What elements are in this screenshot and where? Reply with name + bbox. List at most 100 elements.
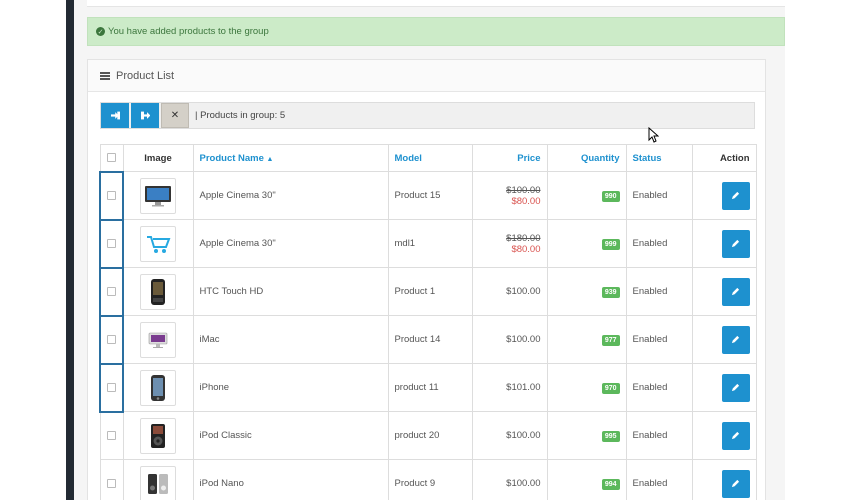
edit-button[interactable] [721, 181, 750, 210]
price-value: $100.00 [506, 334, 541, 345]
special-price: $80.00 [511, 195, 541, 207]
price-sort-link[interactable]: Price [471, 144, 548, 172]
quantity-badge: 999 [601, 238, 620, 250]
row-checkbox[interactable] [107, 431, 116, 441]
product-price: $100.00 [471, 315, 548, 364]
price-value: $100.00 [506, 430, 541, 441]
pencil-icon [731, 383, 740, 392]
action-cell [691, 411, 757, 460]
action-cell [691, 219, 757, 268]
product-name: iPod Classic [192, 411, 389, 460]
product-name-sort-link[interactable]: Product Name ▲ [192, 144, 389, 172]
table-row: Apple Cinema 30" Product 15 $100.00 $80.… [99, 170, 757, 221]
right-margin [785, 0, 850, 500]
product-name-header-label: Product Name [199, 152, 264, 164]
sign-in-icon [110, 111, 120, 120]
quantity-badge: 994 [601, 478, 620, 490]
caret-up-icon: ▲ [266, 155, 274, 163]
action-cell [691, 171, 757, 220]
product-status: Enabled [625, 363, 693, 412]
product-quantity: 995 [546, 411, 627, 460]
row-select-cell[interactable] [99, 218, 124, 269]
product-name: Apple Cinema 30" [192, 171, 389, 220]
panel-title: Product List [116, 69, 175, 82]
product-image-cell [122, 459, 194, 500]
table-row: iMac Product 14 $100.00 977 Enabled [99, 314, 757, 365]
row-checkbox[interactable] [107, 238, 116, 248]
clear-button[interactable]: ✕ [161, 103, 189, 128]
edit-button[interactable] [721, 229, 750, 258]
product-price: $100.00 $80.00 [471, 171, 548, 220]
row-select-cell[interactable] [99, 266, 124, 317]
table-header-row: Image Product Name ▲ Model Price Quantit… [99, 144, 757, 172]
action-cell [691, 267, 757, 316]
product-name: iPod Nano [192, 459, 389, 500]
row-checkbox[interactable] [107, 478, 116, 488]
quantity-sort-link[interactable]: Quantity [546, 144, 627, 172]
sign-out-icon [140, 111, 150, 120]
panel-heading: Product List [88, 60, 765, 92]
action-cell [691, 363, 757, 412]
product-status: Enabled [625, 171, 693, 220]
product-table: Image Product Name ▲ Model Price Quantit… [99, 144, 757, 500]
imac-image [140, 321, 177, 358]
product-name: iPhone [192, 363, 389, 412]
success-alert: ✓ You have added products to the group [87, 17, 785, 46]
row-select-cell[interactable] [99, 362, 124, 413]
quantity-badge: 995 [601, 430, 620, 442]
product-model: Product 15 [387, 171, 473, 220]
ipod-classic-image [140, 417, 176, 454]
product-quantity: 994 [546, 459, 627, 500]
monitor-image [140, 177, 177, 214]
product-price: $100.00 [471, 459, 548, 500]
header-bar [87, 0, 785, 7]
product-model: product 20 [387, 411, 473, 460]
product-model: product 11 [387, 363, 473, 412]
remove-from-group-button[interactable] [131, 103, 159, 128]
product-quantity: 977 [546, 315, 627, 364]
iphone-image [140, 369, 177, 406]
quantity-badge: 977 [601, 334, 620, 346]
row-checkbox[interactable] [107, 334, 116, 344]
product-status: Enabled [625, 411, 693, 460]
row-select-cell[interactable] [99, 411, 124, 460]
product-image-cell [122, 363, 194, 412]
table-row: iPhone product 11 $101.00 970 Enabled [99, 362, 757, 413]
action-cell [691, 315, 757, 364]
edit-button[interactable] [721, 421, 750, 450]
cart-placeholder-image [140, 225, 177, 262]
edit-button[interactable] [721, 469, 750, 498]
edit-button[interactable] [721, 325, 750, 354]
row-checkbox[interactable] [107, 382, 116, 392]
edit-button[interactable] [721, 277, 750, 306]
mouse-pointer-icon [648, 127, 659, 143]
row-select-cell[interactable] [99, 170, 124, 221]
add-to-group-button[interactable] [101, 103, 129, 128]
pencil-icon [731, 191, 740, 200]
row-checkbox[interactable] [107, 286, 116, 296]
row-select-cell[interactable] [99, 314, 124, 365]
product-status: Enabled [625, 315, 693, 364]
quantity-badge: 970 [601, 382, 620, 394]
product-status: Enabled [625, 219, 693, 268]
product-quantity: 970 [546, 363, 627, 412]
select-all-checkbox[interactable] [107, 153, 116, 163]
check-circle-icon: ✓ [96, 27, 105, 36]
product-price: $100.00 [471, 267, 548, 316]
table-row: iPod Nano Product 9 $100.00 994 Enabled [99, 459, 757, 500]
action-header: Action [691, 144, 757, 172]
row-select-cell[interactable] [99, 459, 124, 500]
edit-button[interactable] [721, 373, 750, 402]
product-model: Product 9 [387, 459, 473, 500]
product-model: Product 1 [387, 267, 473, 316]
status-sort-link[interactable]: Status [625, 144, 693, 172]
product-name: HTC Touch HD [192, 267, 389, 316]
group-toolbar: ✕ | Products in group: 5 [100, 102, 755, 129]
product-image-cell [122, 315, 194, 364]
model-sort-link[interactable]: Model [387, 144, 473, 172]
row-checkbox[interactable] [107, 190, 116, 200]
product-image-cell [122, 171, 194, 220]
products-in-group-count: | Products in group: 5 [195, 110, 286, 121]
price-value: $101.00 [506, 382, 541, 393]
ipod-nano-image [140, 465, 176, 500]
